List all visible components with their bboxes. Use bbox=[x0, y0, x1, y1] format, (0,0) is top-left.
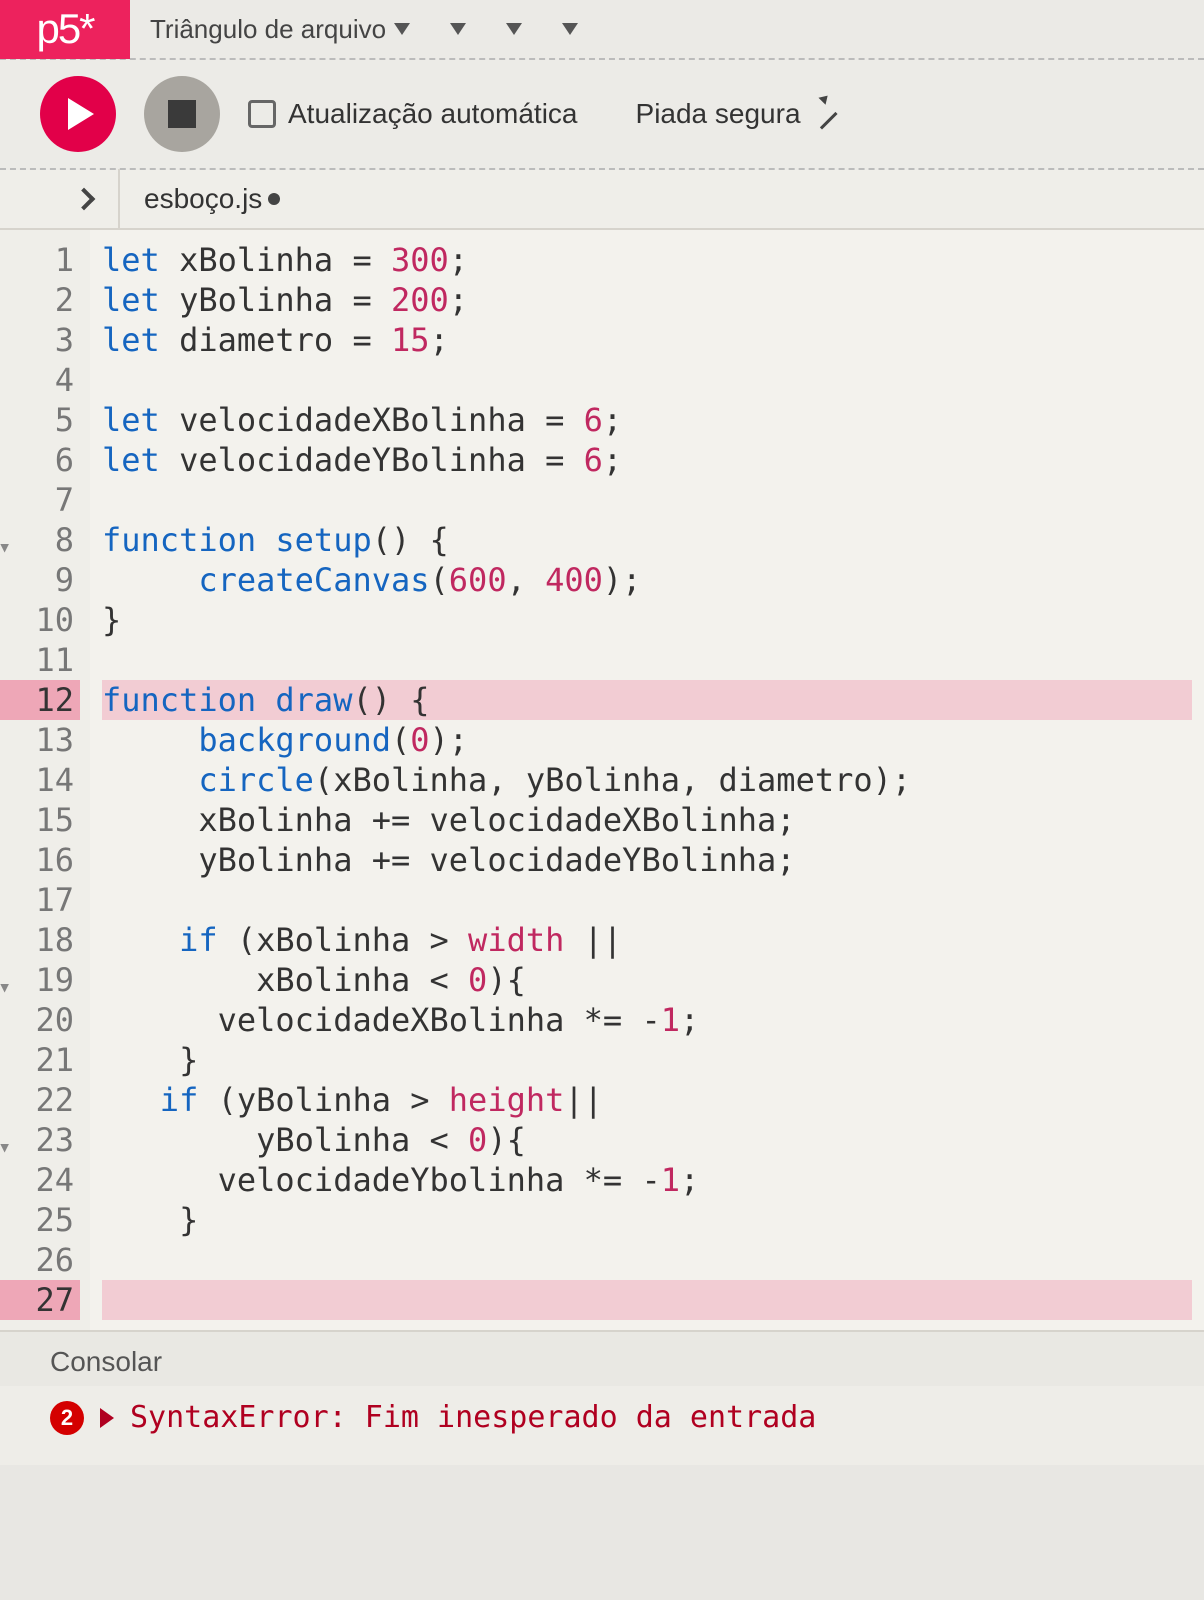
caret-down-icon[interactable] bbox=[562, 23, 578, 35]
code-line[interactable] bbox=[102, 640, 1192, 680]
code-line[interactable]: } bbox=[102, 600, 1192, 640]
line-number: 8▾ bbox=[0, 520, 80, 560]
line-number: 27 bbox=[0, 1280, 80, 1320]
code-line[interactable]: yBolinha < 0){ bbox=[102, 1120, 1192, 1160]
error-count-badge: 2 bbox=[50, 1401, 84, 1435]
code-line[interactable]: circle(xBolinha, yBolinha, diametro); bbox=[102, 760, 1192, 800]
line-number: 6 bbox=[0, 440, 80, 480]
code-line[interactable]: } bbox=[102, 1040, 1192, 1080]
line-number: 22 bbox=[0, 1080, 80, 1120]
code-line[interactable] bbox=[102, 360, 1192, 400]
file-tab-name: esboço.js bbox=[144, 183, 262, 215]
code-line[interactable] bbox=[102, 1240, 1192, 1280]
code-line[interactable]: if (yBolinha > height|| bbox=[102, 1080, 1192, 1120]
play-icon bbox=[68, 98, 94, 130]
sketch-name[interactable]: Piada segura bbox=[636, 98, 833, 130]
modified-dot-icon bbox=[268, 193, 280, 205]
sketch-name-text: Piada segura bbox=[636, 98, 801, 130]
code-line[interactable]: background(0); bbox=[102, 720, 1192, 760]
line-number: 18 bbox=[0, 920, 80, 960]
code-line[interactable] bbox=[102, 480, 1192, 520]
menu-file-label: Triângulo de arquivo bbox=[150, 14, 386, 45]
line-number: 24 bbox=[0, 1160, 80, 1200]
line-number: 13 bbox=[0, 720, 80, 760]
code-line[interactable]: let xBolinha = 300; bbox=[102, 240, 1192, 280]
code-line[interactable]: } bbox=[102, 1200, 1192, 1240]
menu-file[interactable]: Triângulo de arquivo bbox=[150, 14, 410, 45]
line-number: 17 bbox=[0, 880, 80, 920]
line-number: 16 bbox=[0, 840, 80, 880]
error-expand-icon[interactable] bbox=[100, 1408, 114, 1428]
console-header[interactable]: Consolar bbox=[0, 1330, 1204, 1386]
line-number: 26 bbox=[0, 1240, 80, 1280]
caret-down-icon[interactable] bbox=[506, 23, 522, 35]
p5-logo: p5* bbox=[0, 0, 130, 59]
line-number: 21 bbox=[0, 1040, 80, 1080]
top-menu-bar: p5* Triângulo de arquivo bbox=[0, 0, 1204, 60]
code-line[interactable] bbox=[102, 880, 1192, 920]
code-line[interactable]: let velocidadeXBolinha = 6; bbox=[102, 400, 1192, 440]
code-line[interactable]: xBolinha += velocidadeXBolinha; bbox=[102, 800, 1192, 840]
caret-down-icon[interactable] bbox=[450, 23, 466, 35]
line-number: 14 bbox=[0, 760, 80, 800]
code-line[interactable]: xBolinha < 0){ bbox=[102, 960, 1192, 1000]
stop-button[interactable] bbox=[144, 76, 220, 152]
console-title: Consolar bbox=[50, 1346, 162, 1377]
code-area[interactable]: let xBolinha = 300;let yBolinha = 200;le… bbox=[90, 230, 1204, 1330]
error-message: SyntaxError: Fim inesperado da entrada bbox=[130, 1400, 816, 1435]
code-line[interactable]: velocidadeXBolinha *= -1; bbox=[102, 1000, 1192, 1040]
line-number: 11 bbox=[0, 640, 80, 680]
line-number: 19▾ bbox=[0, 960, 80, 1000]
menu-group: Triângulo de arquivo bbox=[130, 14, 578, 45]
code-line[interactable]: let yBolinha = 200; bbox=[102, 280, 1192, 320]
line-number: 15 bbox=[0, 800, 80, 840]
line-number-gutter: 12345678▾910111213141516171819▾20212223▾… bbox=[0, 230, 90, 1330]
code-line[interactable]: yBolinha += velocidadeYBolinha; bbox=[102, 840, 1192, 880]
caret-down-icon bbox=[394, 23, 410, 35]
line-number: 9 bbox=[0, 560, 80, 600]
file-tab[interactable]: esboço.js bbox=[120, 170, 304, 228]
line-number: 1 bbox=[0, 240, 80, 280]
line-number: 5 bbox=[0, 400, 80, 440]
toolbar: Atualização automática Piada segura bbox=[0, 60, 1204, 170]
file-tabbar: esboço.js bbox=[0, 170, 1204, 230]
stop-icon bbox=[168, 100, 196, 128]
chevron-right-icon bbox=[73, 188, 96, 211]
pencil-icon bbox=[806, 98, 837, 129]
expand-sidebar-button[interactable] bbox=[50, 169, 120, 229]
code-line[interactable]: let diametro = 15; bbox=[102, 320, 1192, 360]
code-line[interactable] bbox=[102, 1280, 1192, 1320]
checkbox-icon bbox=[248, 100, 276, 128]
line-number: 23▾ bbox=[0, 1120, 80, 1160]
line-number: 7 bbox=[0, 480, 80, 520]
line-number: 4 bbox=[0, 360, 80, 400]
line-number: 10 bbox=[0, 600, 80, 640]
code-line[interactable]: function draw() { bbox=[102, 680, 1192, 720]
console-body: 2 SyntaxError: Fim inesperado da entrada bbox=[0, 1386, 1204, 1465]
play-button[interactable] bbox=[40, 76, 116, 152]
line-number: 2 bbox=[0, 280, 80, 320]
line-number: 25 bbox=[0, 1200, 80, 1240]
line-number: 3 bbox=[0, 320, 80, 360]
code-line[interactable]: let velocidadeYBolinha = 6; bbox=[102, 440, 1192, 480]
code-line[interactable]: createCanvas(600, 400); bbox=[102, 560, 1192, 600]
code-line[interactable]: velocidadeYbolinha *= -1; bbox=[102, 1160, 1192, 1200]
auto-refresh-label: Atualização automática bbox=[288, 98, 578, 130]
line-number: 20 bbox=[0, 1000, 80, 1040]
code-line[interactable]: function setup() { bbox=[102, 520, 1192, 560]
code-editor[interactable]: 12345678▾910111213141516171819▾20212223▾… bbox=[0, 230, 1204, 1330]
code-line[interactable]: if (xBolinha > width || bbox=[102, 920, 1192, 960]
auto-refresh-checkbox[interactable]: Atualização automática bbox=[248, 98, 578, 130]
line-number: 12 bbox=[0, 680, 80, 720]
